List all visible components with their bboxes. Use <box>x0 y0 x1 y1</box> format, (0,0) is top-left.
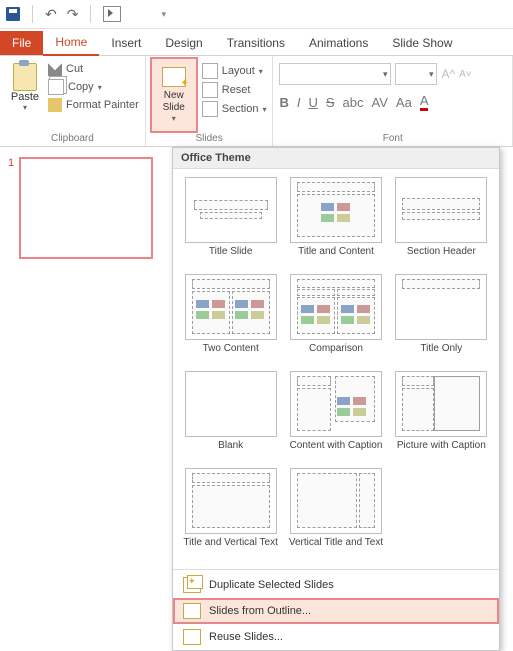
new-slide-dropdown: Office Theme Title Slide Title and Conte… <box>172 147 500 651</box>
paste-label: Paste <box>11 91 39 103</box>
char-spacing-button[interactable]: AV <box>372 95 388 110</box>
section-icon <box>202 101 218 117</box>
layout-vertical-title-and-text[interactable]: Vertical Title and Text <box>286 468 385 559</box>
copy-button[interactable]: Copy▾ <box>48 79 139 95</box>
reuse-icon <box>183 629 201 645</box>
slide-thumbnail-pane: 1 <box>0 147 177 620</box>
layout-blank[interactable]: Blank <box>181 371 280 462</box>
ribbon: Paste ▾ Cut Copy▾ Format Painter Clipboa… <box>0 56 513 147</box>
tab-insert[interactable]: Insert <box>99 31 153 55</box>
increase-font-icon[interactable]: A^ <box>441 67 455 81</box>
workspace: 1 Office Theme Title Slide Title and Con… <box>0 147 513 620</box>
decrease-font-icon[interactable]: A˅ <box>459 69 472 80</box>
font-size-combo[interactable]: ▾ <box>395 63 437 85</box>
bold-button[interactable]: B <box>279 95 288 110</box>
layout-comparison[interactable]: Comparison <box>286 274 385 365</box>
quick-access-toolbar: ↶ ↷ ▾ <box>0 0 513 29</box>
font-name-combo[interactable]: ▾ <box>279 63 391 85</box>
tab-slideshow[interactable]: Slide Show <box>380 31 464 55</box>
font-color-button[interactable]: A <box>420 93 429 111</box>
layout-section-header[interactable]: Section Header <box>392 177 491 268</box>
layout-title-and-vertical-text[interactable]: Title and Vertical Text <box>181 468 280 559</box>
reset-button[interactable]: Reset <box>202 82 267 98</box>
brush-icon <box>48 98 62 112</box>
layout-title-and-content[interactable]: Title and Content <box>286 177 385 268</box>
dropdown-separator <box>173 569 499 570</box>
redo-button[interactable]: ↷ <box>67 6 79 23</box>
new-slide-icon <box>162 67 186 87</box>
section-button[interactable]: Section▾ <box>202 101 267 117</box>
group-label-clipboard: Clipboard <box>6 131 139 146</box>
shadow-button[interactable]: abc <box>343 95 364 110</box>
copy-icon <box>48 79 64 95</box>
cut-button[interactable]: Cut <box>48 62 139 76</box>
group-clipboard: Paste ▾ Cut Copy▾ Format Painter Clipboa… <box>0 56 146 146</box>
change-case-button[interactable]: Aa <box>396 95 412 110</box>
slides-from-outline[interactable]: Slides from Outline... <box>173 598 499 624</box>
cut-icon <box>48 62 62 76</box>
start-slideshow-icon[interactable] <box>103 6 121 22</box>
group-label-font: Font <box>279 131 506 146</box>
new-slide-button[interactable]: New Slide▾ <box>152 59 196 131</box>
paste-button[interactable]: Paste ▾ <box>6 59 44 112</box>
paste-icon <box>13 63 37 91</box>
group-label-slides: Slides <box>152 131 267 146</box>
underline-button[interactable]: U <box>308 95 317 110</box>
reset-icon <box>202 82 218 98</box>
tab-animations[interactable]: Animations <box>297 31 380 55</box>
reuse-slides[interactable]: Reuse Slides... <box>173 624 499 650</box>
save-icon[interactable] <box>6 7 20 21</box>
ribbon-tabs: File Home Insert Design Transitions Anim… <box>0 29 513 56</box>
layout-title-slide[interactable]: Title Slide <box>181 177 280 268</box>
group-slides: New Slide▾ Layout▾ Reset Section▾ Slides <box>146 56 274 146</box>
layout-two-content[interactable]: Two Content <box>181 274 280 365</box>
format-painter-button[interactable]: Format Painter <box>48 98 139 112</box>
undo-button[interactable]: ↶ <box>45 6 57 23</box>
strike-button[interactable]: S <box>326 95 335 110</box>
qat-separator <box>32 5 33 23</box>
group-font: ▾ ▾ A^ A˅ B I U S abc AV Aa A Font <box>273 56 513 146</box>
layout-content-with-caption[interactable]: Content with Caption <box>286 371 385 462</box>
tab-home[interactable]: Home <box>43 30 99 56</box>
duplicate-selected-slides[interactable]: Duplicate Selected Slides <box>173 572 499 598</box>
qat-customize-arrow[interactable]: ▾ <box>161 9 166 20</box>
tab-transitions[interactable]: Transitions <box>215 31 297 55</box>
layout-picture-with-caption[interactable]: Picture with Caption <box>392 371 491 462</box>
slide-number: 1 <box>8 157 14 259</box>
layout-icon <box>202 63 218 79</box>
tab-file[interactable]: File <box>0 31 43 55</box>
layout-button[interactable]: Layout▾ <box>202 63 267 79</box>
qat-separator <box>90 5 91 23</box>
tab-design[interactable]: Design <box>153 31 214 55</box>
layout-title-only[interactable]: Title Only <box>392 274 491 365</box>
duplicate-icon <box>183 577 201 593</box>
layout-gallery: Title Slide Title and Content Section He… <box>173 169 499 567</box>
dropdown-header: Office Theme <box>173 148 499 169</box>
italic-button[interactable]: I <box>297 95 301 110</box>
slide-thumbnail[interactable] <box>19 157 153 259</box>
